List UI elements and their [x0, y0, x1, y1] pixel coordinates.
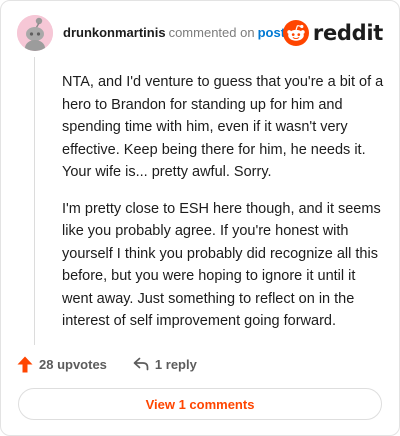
reddit-logo-icon: [282, 20, 309, 46]
upvotes-count: 28 upvotes: [39, 356, 107, 372]
user-avatar[interactable]: [17, 15, 53, 51]
comment-actions: 28 upvotes 1 reply: [17, 353, 383, 375]
commented-on-text: commented on: [168, 25, 255, 40]
snoo-avatar-icon: [17, 15, 53, 51]
reply-button[interactable]: 1 reply: [133, 357, 197, 372]
reddit-wordmark: reddit: [312, 21, 383, 45]
comment-paragraph-2: I'm pretty close to ESH here though, and…: [62, 200, 381, 330]
thread-line: [34, 57, 35, 345]
comment-body: NTA, and I'd venture to guess that you'r…: [62, 71, 384, 333]
reddit-logo[interactable]: reddit: [282, 20, 383, 46]
reply-count: 1 reply: [154, 356, 197, 372]
upvote-arrow-icon: [17, 356, 33, 372]
username[interactable]: drunkonmartinis: [63, 25, 166, 40]
comment-meta: drunkonmartinis commented on post: [63, 25, 285, 41]
reply-arrow-icon: [133, 357, 149, 371]
post-link[interactable]: post: [258, 25, 285, 40]
view-comments-button[interactable]: View 1 comments: [18, 388, 382, 420]
upvote-button[interactable]: 28 upvotes: [17, 356, 107, 373]
comment-card: drunkonmartinis commented on post reddit N…: [0, 0, 400, 436]
comment-paragraph-1: NTA, and I'd venture to guess that you'r…: [62, 74, 384, 180]
comment-header: drunkonmartinis commented on post reddit: [17, 15, 383, 51]
